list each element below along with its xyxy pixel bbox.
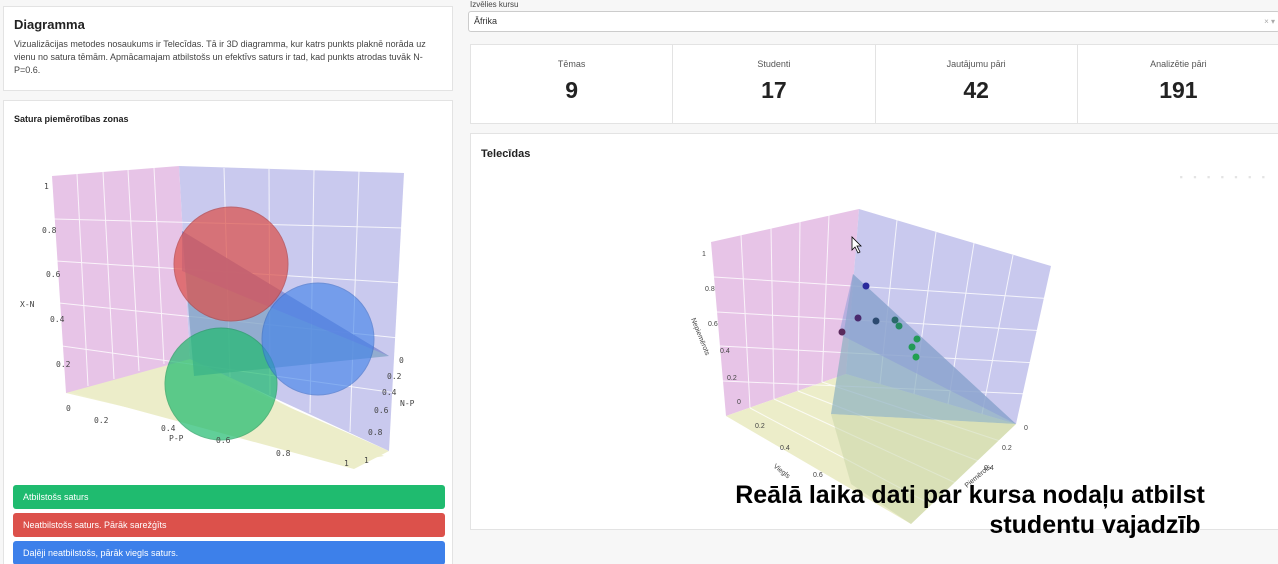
zones-tick-xn-06: 0.6 [46, 270, 61, 279]
tele-tick-bl-04: 0.4 [780, 445, 790, 452]
overlay-line-1: Reālā laika dati par kursa nodaļu atbils… [735, 481, 1205, 509]
zones-tick-xn-02: 0.2 [56, 360, 71, 369]
zones-tick-np-04: 0.4 [382, 388, 397, 397]
stat-students-label: Studenti [757, 59, 791, 69]
tele-point[interactable] [854, 314, 862, 322]
zones-wall-pink [52, 166, 190, 393]
stat-analyzed-pairs-value: 191 [1159, 77, 1198, 103]
tele-tick-left-08: 0.8 [705, 286, 715, 293]
stat-topics-label: Tēmas [557, 59, 586, 69]
tele-tick-left-04: 0.4 [720, 348, 730, 355]
tele-tick-br-02: 0.2 [1002, 445, 1012, 452]
zones-tick-pp-04: 0.4 [161, 424, 176, 433]
course-select-controls[interactable]: × ▾ [1264, 12, 1275, 31]
stat-students-value: 17 [761, 77, 787, 103]
stat-analyzed-pairs: Analizētie pāri 191 [1078, 45, 1278, 123]
course-label: Izvēlies kursu [470, 0, 519, 9]
tele-tick-left-0: 0 [737, 399, 741, 406]
tele-tick-left-02: 0.2 [727, 375, 737, 382]
tele-axis-viegls: Viegls [772, 463, 792, 480]
red-sphere[interactable] [173, 206, 289, 322]
zones-tick-np-08: 0.8 [368, 428, 383, 437]
tele-point[interactable] [908, 343, 916, 351]
description-text: Vizualizācijas metodes nosaukums ir Tele… [14, 39, 426, 75]
description-card: Diagramma Vizualizācijas metodes nosauku… [3, 6, 453, 91]
overlay-caption: Reālā laika dati par kursa nodaļu atbils… [650, 480, 1278, 540]
stat-question-pairs: Jautājumu pāri 42 [876, 45, 1078, 123]
legend-too-complex-button[interactable]: Neatbilstošs saturs. Pārāk sarežģīts [13, 513, 445, 537]
green-sphere[interactable] [164, 327, 278, 441]
stat-topics: Tēmas 9 [471, 45, 674, 123]
zones-axis-xn: X-N [20, 300, 35, 309]
zones-tick-xn-08: 0.8 [42, 226, 57, 235]
tele-tick-left-06: 0.6 [708, 321, 718, 328]
tele-point[interactable] [895, 322, 903, 330]
chevron-down-icon[interactable]: ▾ [1271, 17, 1275, 26]
tele-tick-bl-06: 0.6 [813, 472, 823, 479]
tele-point[interactable] [872, 317, 880, 325]
zones-axis-pp: P-P [169, 434, 184, 443]
zones-tick-pp-02: 0.2 [94, 416, 109, 425]
zones-tick-xn-04: 0.4 [50, 315, 65, 324]
zones-tick-xn-1: 1 [44, 182, 49, 191]
blue-sphere[interactable] [261, 282, 375, 396]
tele-point[interactable] [912, 353, 920, 361]
zones-tick-xn-0: 0 [66, 404, 71, 413]
telecidas-card: Telecīdas ▪ ▪ ▪ ▪ ▪ ▪ ▪ 1 0.8 0.6 0.4 0.… [470, 133, 1278, 530]
zones-3d-plot[interactable]: 1 0.8 0.6 0.4 0.2 0 X-N 0.2 0.4 0.6 0.8 … [4, 131, 454, 476]
overlay-line-2: studentu vajadzīb [989, 511, 1201, 539]
tele-point[interactable] [838, 328, 846, 336]
tele-tick-left-1: 1 [702, 251, 706, 258]
stat-question-pairs-value: 42 [963, 77, 989, 103]
zones-tick-np-1: 1 [364, 456, 369, 465]
tele-tick-br-0: 0 [1024, 425, 1028, 432]
tele-tick-bl-02: 0.2 [755, 423, 765, 430]
tele-point[interactable] [913, 335, 921, 343]
zones-card: Satura piemērotības zonas 1 0.8 0.6 0.4 … [3, 100, 453, 564]
zones-tick-pp-06: 0.6 [216, 436, 231, 445]
course-selected-value: Āfrika [474, 16, 498, 26]
legend-too-easy-button[interactable]: Daļēji neatbilstošs, pārāk viegls saturs… [13, 541, 445, 564]
telecidas-3d-plot[interactable]: 1 0.8 0.6 0.4 0.2 0 Nepiemērots 0.2 0.4 … [471, 134, 1278, 531]
zones-tick-np-02: 0.2 [387, 372, 402, 381]
legend-appropriate-button[interactable]: Atbilstošs saturs [13, 485, 445, 509]
stats-panel: Tēmas 9 Studenti 17 Jautājumu pāri 42 An… [470, 44, 1278, 124]
zones-title: Satura piemērotības zonas [14, 114, 129, 124]
stat-question-pairs-label: Jautājumu pāri [946, 59, 1006, 69]
zones-tick-np-06: 0.6 [374, 406, 389, 415]
tele-point[interactable] [862, 282, 870, 290]
zones-tick-np-0: 0 [399, 356, 404, 365]
zones-tick-pp-1: 1 [344, 459, 349, 468]
tele-point[interactable] [891, 316, 899, 324]
course-select[interactable]: Āfrika × ▾ [468, 11, 1278, 32]
zones-tick-pp-08: 0.8 [276, 449, 291, 458]
zones-axis-np: N-P [400, 399, 415, 408]
clear-icon[interactable]: × [1264, 17, 1269, 26]
description-heading: Diagramma [14, 17, 85, 32]
stat-analyzed-pairs-label: Analizētie pāri [1150, 59, 1207, 69]
stat-students: Studenti 17 [673, 45, 876, 123]
stat-topics-value: 9 [565, 77, 579, 103]
